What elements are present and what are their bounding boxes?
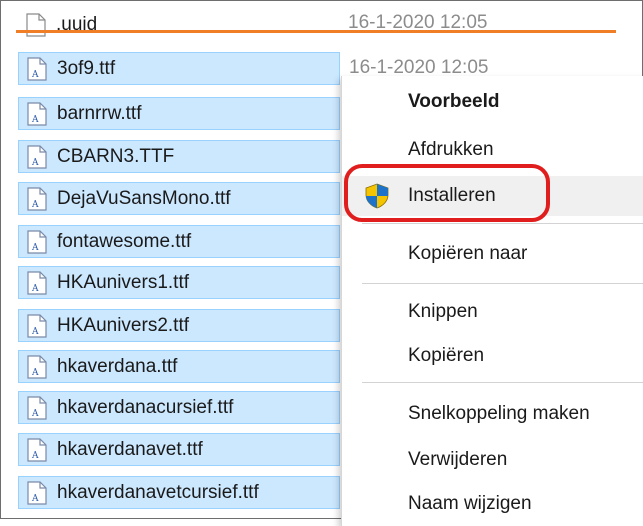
menu-item-knippen[interactable]: Knippen	[342, 292, 643, 332]
menu-separator	[362, 382, 643, 383]
font-file-icon: A	[27, 229, 47, 254]
file-row-uuid[interactable]: .uuid 16-1-2020 12:05	[18, 8, 487, 41]
file-row-hkaverdanacursief[interactable]: A hkaverdanacursief.ttf	[18, 391, 340, 424]
font-file-icon: A	[27, 480, 47, 505]
file-row-hkaverdanavetcursief[interactable]: A hkaverdanavetcursief.ttf	[18, 476, 340, 509]
file-row-fontawesome[interactable]: A fontawesome.ttf	[18, 225, 340, 258]
menu-item-label: Verwijderen	[408, 449, 508, 470]
context-menu: Voorbeeld Afdrukken Installeren Kopiëren…	[341, 76, 643, 526]
menu-item-snelkoppeling-maken[interactable]: Snelkoppeling maken	[342, 394, 643, 434]
strikethrough-annotation	[16, 30, 616, 33]
file-row-hkaverdanavet[interactable]: A hkaverdanavet.ttf	[18, 433, 340, 466]
file-name: CBARN3.TTF	[57, 145, 175, 167]
svg-text:A: A	[31, 451, 39, 461]
svg-text:A: A	[31, 368, 39, 378]
svg-text:A: A	[31, 115, 39, 125]
file-name: DejaVuSansMono.ttf	[57, 187, 231, 209]
font-file-icon: A	[27, 395, 47, 420]
font-file-icon: A	[27, 101, 47, 126]
font-file-icon: A	[27, 186, 47, 211]
menu-item-naam-wijzigen[interactable]: Naam wijzigen	[342, 484, 643, 524]
file-name: hkaverdanavetcursief.ttf	[57, 481, 259, 503]
file-name: HKAunivers2.ttf	[57, 314, 189, 336]
file-row-3of9[interactable]: A 3of9.ttf 16-1-2020 12:05	[18, 52, 488, 85]
svg-text:A: A	[31, 284, 39, 294]
menu-separator	[362, 223, 643, 224]
font-file-icon: A	[27, 56, 47, 81]
file-row-barnrrw[interactable]: A barnrrw.ttf	[18, 97, 340, 130]
menu-item-label: Knippen	[408, 301, 478, 322]
menu-item-label: Voorbeeld	[408, 91, 500, 112]
font-file-icon: A	[27, 437, 47, 462]
svg-text:A: A	[31, 494, 39, 504]
file-row-hkaunivers2[interactable]: A HKAunivers2.ttf	[18, 309, 340, 342]
menu-item-label: Kopiëren naar	[408, 243, 528, 264]
menu-item-label: Afdrukken	[408, 139, 494, 160]
file-row-cbarn3[interactable]: A CBARN3.TTF	[18, 140, 340, 173]
font-file-icon: A	[27, 313, 47, 338]
svg-text:A: A	[31, 70, 39, 80]
highlight-circle-annotation	[344, 164, 550, 222]
file-name: hkaverdanavet.ttf	[57, 438, 203, 460]
file-name: fontawesome.ttf	[57, 230, 192, 252]
file-name: 3of9.ttf	[57, 57, 116, 79]
file-row-hkaunivers1[interactable]: A HKAunivers1.ttf	[18, 266, 340, 299]
menu-item-kopieren-naar[interactable]: Kopiëren naar	[342, 234, 643, 274]
menu-item-label: Naam wijzigen	[408, 493, 532, 514]
menu-item-verwijderen[interactable]: Verwijderen	[342, 440, 643, 480]
file-name: barnrrw.ttf	[57, 102, 142, 124]
font-file-icon: A	[27, 354, 47, 379]
font-file-icon: A	[27, 144, 47, 169]
menu-item-voorbeeld[interactable]: Voorbeeld	[342, 82, 643, 122]
menu-item-kopieren[interactable]: Kopiëren	[342, 336, 643, 376]
file-row-hkaverdana[interactable]: A hkaverdana.ttf	[18, 350, 340, 383]
menu-item-label: Kopiëren	[408, 345, 485, 366]
font-file-icon: A	[27, 270, 47, 295]
svg-text:A: A	[31, 158, 39, 168]
file-name: hkaverdanacursief.ttf	[57, 396, 234, 418]
menu-separator	[362, 283, 643, 284]
file-name: hkaverdana.ttf	[57, 355, 178, 377]
svg-text:A: A	[31, 200, 39, 210]
svg-text:A: A	[31, 243, 39, 253]
svg-text:A: A	[31, 327, 39, 337]
file-row-dejavusansmono[interactable]: A DejaVuSansMono.ttf	[18, 182, 340, 215]
file-name: HKAunivers1.ttf	[57, 271, 189, 293]
menu-item-label: Snelkoppeling maken	[408, 403, 590, 424]
svg-text:A: A	[31, 409, 39, 419]
